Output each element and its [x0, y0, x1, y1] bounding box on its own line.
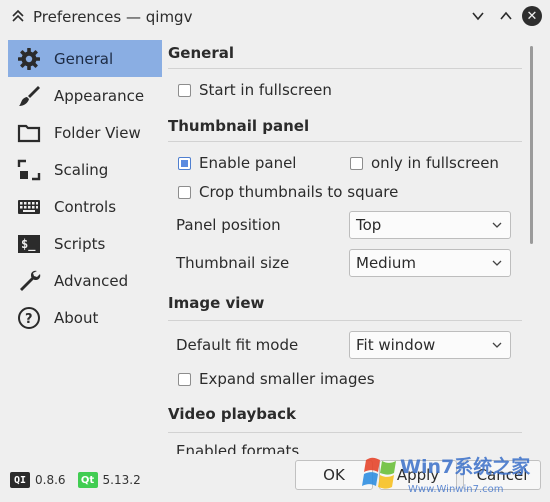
checkbox-box	[350, 156, 363, 170]
divider	[168, 320, 522, 321]
checkbox-label: Expand smaller images	[199, 370, 375, 388]
svg-text:$_: $_	[21, 237, 36, 252]
divider	[168, 68, 522, 69]
checkbox-label: Start in fullscreen	[199, 81, 332, 99]
qimgv-logo: QI	[10, 472, 30, 488]
enable-panel-checkbox[interactable]: Enable panel	[178, 154, 296, 172]
select-value: Fit window	[356, 336, 436, 354]
default-fit-mode-select[interactable]: Fit window	[349, 331, 511, 359]
sidebar-item-scaling[interactable]: Scaling	[8, 151, 162, 188]
settings-content: General Start in fullscreen Thumbnail pa…	[166, 36, 522, 454]
sidebar-item-label: Folder View	[54, 123, 141, 142]
qt-version: 5.13.2	[102, 473, 141, 487]
sidebar-item-appearance[interactable]: Appearance	[8, 77, 162, 114]
cancel-button[interactable]: Cancel	[463, 460, 541, 490]
sidebar-item-folder-view[interactable]: Folder View	[8, 114, 162, 151]
thumbnail-size-label: Thumbnail size	[176, 254, 290, 272]
close-button[interactable]: ✕	[522, 6, 542, 26]
keyboard-icon	[16, 194, 42, 220]
qt-logo: Qt	[77, 472, 98, 488]
chevron-down-icon	[492, 260, 502, 266]
keep-above-button[interactable]	[8, 6, 28, 26]
select-value: Top	[356, 216, 382, 234]
help-icon: ?	[16, 305, 42, 331]
checkbox-box	[178, 83, 191, 97]
panel-position-label: Panel position	[176, 216, 281, 234]
folder-icon	[16, 120, 42, 146]
chevron-up-icon	[500, 11, 512, 20]
title-bar: Preferences — qimgv ✕	[0, 0, 550, 34]
sidebar-item-about[interactable]: ? About	[8, 299, 162, 336]
sidebar-item-label: About	[54, 308, 99, 327]
wrench-icon	[16, 268, 42, 294]
crop-thumbnails-checkbox[interactable]: Crop thumbnails to square	[178, 183, 398, 201]
expand-smaller-images-checkbox[interactable]: Expand smaller images	[178, 370, 375, 388]
sidebar-item-general[interactable]: General	[8, 40, 162, 77]
checkbox-box	[178, 156, 191, 170]
section-general-title: General	[168, 44, 234, 62]
sidebar-item-label: Appearance	[54, 86, 145, 105]
apply-button[interactable]: Apply	[379, 460, 457, 490]
checkbox-box	[178, 185, 191, 199]
sidebar-item-label: General	[54, 49, 114, 68]
checkbox-label: Enable panel	[199, 154, 297, 172]
double-chevron-up-icon	[12, 9, 24, 22]
scaling-icon	[16, 157, 42, 183]
divider	[168, 141, 522, 142]
close-icon: ✕	[522, 6, 542, 26]
checkbox-label: only in fullscreen	[371, 154, 499, 172]
ok-button[interactable]: OK	[295, 460, 373, 490]
svg-text:?: ?	[25, 312, 33, 327]
content-scrollbar[interactable]	[527, 46, 535, 446]
start-fullscreen-checkbox[interactable]: Start in fullscreen	[178, 81, 332, 99]
default-fit-mode-label: Default fit mode	[176, 336, 299, 354]
divider	[168, 432, 522, 433]
sidebar-item-label: Scripts	[54, 234, 106, 253]
sidebar-item-label: Controls	[54, 197, 117, 216]
section-video-playback-title: Video playback	[168, 405, 296, 423]
only-in-fullscreen-checkbox[interactable]: only in fullscreen	[350, 154, 499, 172]
sidebar-item-scripts[interactable]: $_ Scripts	[8, 225, 162, 262]
select-value: Medium	[356, 254, 416, 272]
chevron-down-icon	[492, 342, 502, 348]
maximize-button[interactable]	[496, 6, 516, 26]
section-image-view-title: Image view	[168, 294, 265, 312]
minimize-button[interactable]	[468, 6, 488, 26]
gear-icon	[16, 46, 42, 72]
window-title: Preferences — qimgv	[33, 8, 193, 26]
sidebar-item-controls[interactable]: Controls	[8, 188, 162, 225]
sidebar-item-label: Scaling	[54, 160, 109, 179]
chevron-down-icon	[472, 12, 484, 21]
checkbox-label: Crop thumbnails to square	[199, 183, 399, 201]
panel-position-select[interactable]: Top	[349, 211, 511, 239]
terminal-icon: $_	[16, 231, 42, 257]
enabled-formats-label: Enabled formats	[176, 442, 300, 454]
checkbox-box	[178, 372, 191, 386]
qimgv-version: 0.8.6	[35, 473, 66, 487]
thumbnail-size-select[interactable]: Medium	[349, 249, 511, 277]
version-info: QI 0.8.6 Qt 5.13.2	[10, 472, 141, 488]
brush-icon	[16, 83, 42, 109]
sidebar-item-label: Advanced	[54, 271, 129, 290]
scrollbar-handle[interactable]	[530, 46, 533, 244]
sidebar: General Appearance Folder View Scaling C…	[8, 40, 162, 336]
sidebar-item-advanced[interactable]: Advanced	[8, 262, 162, 299]
chevron-down-icon	[492, 222, 502, 228]
section-thumbnail-panel-title: Thumbnail panel	[168, 117, 310, 135]
